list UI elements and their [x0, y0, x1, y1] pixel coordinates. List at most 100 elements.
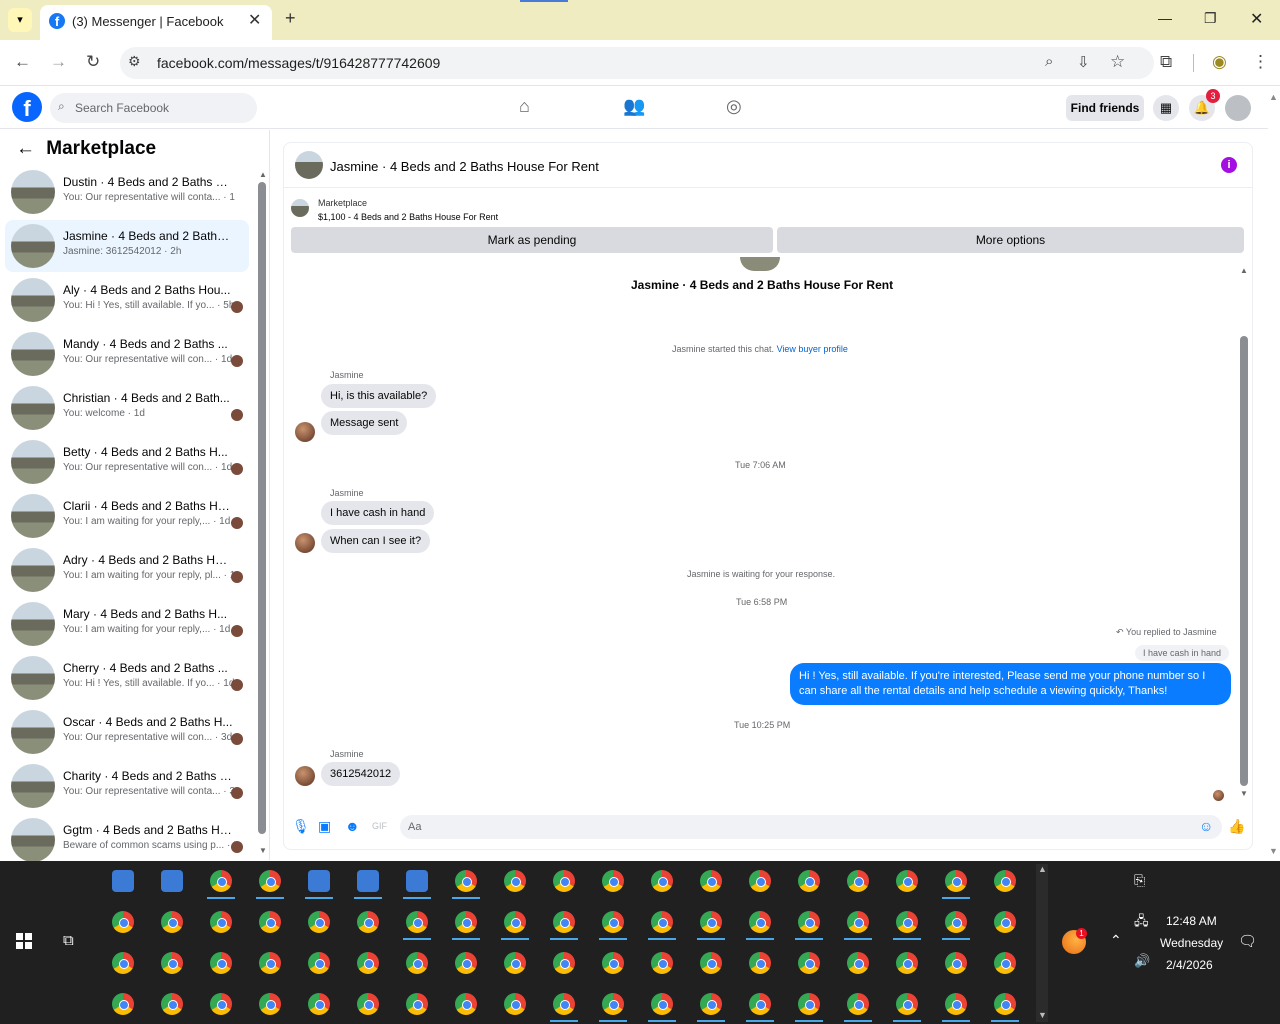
- chrome-profile-icon[interactable]: [896, 870, 918, 892]
- chrome-profile-icon[interactable]: [259, 911, 281, 933]
- info-icon[interactable]: i: [1221, 157, 1237, 173]
- sender-avatar[interactable]: [295, 533, 315, 553]
- conversation-item[interactable]: Dustin · 4 Beds and 2 Baths Ho... You: Ou…: [5, 166, 249, 218]
- chrome-profile-icon[interactable]: [602, 993, 624, 1015]
- chrome-profile-icon[interactable]: [945, 952, 967, 974]
- taskbar-scroll-down-icon[interactable]: ▼: [1038, 1010, 1047, 1020]
- chrome-profile-icon[interactable]: [945, 911, 967, 933]
- chrome-profile-icon[interactable]: [455, 993, 477, 1015]
- outgoing-message-bubble[interactable]: Hi ! Yes, still available. If you're int…: [790, 663, 1231, 705]
- conversation-item[interactable]: Ggtm · 4 Beds and 2 Baths Hou... Beware o…: [5, 814, 249, 866]
- conversation-item[interactable]: Charity · 4 Beds and 2 Baths Ho... You: O…: [5, 760, 249, 812]
- new-tab-icon[interactable]: +: [285, 8, 296, 29]
- emoji-icon[interactable]: ☺: [1199, 818, 1213, 834]
- chrome-profile-icon[interactable]: [308, 911, 330, 933]
- more-options-button[interactable]: More options: [777, 227, 1244, 253]
- chrome-profile-icon[interactable]: [308, 993, 330, 1015]
- chrome-profile-icon[interactable]: [210, 952, 232, 974]
- menu-grid-icon[interactable]: ▦: [1153, 95, 1179, 121]
- chrome-profile-icon[interactable]: [945, 870, 967, 892]
- taskbar-scroll-up-icon[interactable]: ▲: [1038, 864, 1047, 874]
- chrome-profile-icon[interactable]: [357, 952, 379, 974]
- chrome-profile-icon[interactable]: [651, 952, 673, 974]
- chrome-profile-icon[interactable]: [553, 993, 575, 1015]
- chat-listing-thumbnail[interactable]: [295, 151, 323, 179]
- sidebar-scroll-up-icon[interactable]: ▲: [259, 170, 267, 179]
- chrome-profile-icon[interactable]: [161, 952, 183, 974]
- back-icon[interactable]: ←: [14, 52, 31, 72]
- conversation-item[interactable]: Adry · 4 Beds and 2 Baths Hous... You: I …: [5, 544, 249, 596]
- chrome-profile-icon[interactable]: [504, 952, 526, 974]
- chrome-profile-icon[interactable]: [798, 870, 820, 892]
- chrome-profile-icon[interactable]: [210, 870, 232, 892]
- chrome-profile-icon[interactable]: [994, 993, 1016, 1015]
- browser-tab[interactable]: f (3) Messenger | Facebook ✕: [40, 5, 272, 40]
- clock-date[interactable]: 2/4/2026: [1166, 958, 1213, 972]
- chrome-profile-icon[interactable]: [112, 952, 134, 974]
- chrome-profile-icon[interactable]: [749, 993, 771, 1015]
- chrome-profile-icon[interactable]: [112, 993, 134, 1015]
- find-friends-button[interactable]: Find friends: [1066, 95, 1144, 121]
- message-bubble[interactable]: When can I see it?: [321, 529, 431, 553]
- message-bubble[interactable]: 3612542012: [321, 762, 401, 786]
- sender-avatar[interactable]: [295, 766, 315, 786]
- windows-start-icon[interactable]: [16, 933, 32, 949]
- tab-search-chevron-icon[interactable]: ▾: [8, 8, 32, 32]
- clock-time[interactable]: 12:48 AM: [1166, 914, 1217, 928]
- quoted-message[interactable]: I have cash in hand: [1135, 645, 1230, 661]
- chrome-profile-icon[interactable]: [406, 911, 428, 933]
- chrome-profile-icon[interactable]: [406, 952, 428, 974]
- bookmark-star-icon[interactable]: ☆: [1110, 52, 1125, 72]
- chat-scroll-up-icon[interactable]: ▲: [1240, 266, 1248, 275]
- conversation-item[interactable]: Cherry · 4 Beds and 2 Baths ... You: Hi !…: [5, 652, 249, 704]
- conversation-item[interactable]: Oscar · 4 Beds and 2 Baths H... You: Our …: [5, 706, 249, 758]
- chrome-profile-icon[interactable]: [602, 911, 624, 933]
- zoom-icon[interactable]: ⌕: [1045, 53, 1053, 70]
- chrome-profile-icon[interactable]: [210, 993, 232, 1015]
- page-scroll-down-icon[interactable]: ▼: [1269, 846, 1278, 856]
- chrome-profile-icon[interactable]: [700, 993, 722, 1015]
- notification-center-icon[interactable]: 🗨: [1238, 932, 1257, 950]
- chat-title[interactable]: Jasmine · 4 Beds and 2 Baths House For R…: [330, 159, 599, 174]
- forward-icon[interactable]: →: [50, 52, 67, 72]
- taskbar-app-icon[interactable]: [357, 870, 379, 892]
- taskbar-app-icon[interactable]: [161, 870, 183, 892]
- chrome-profile-icon[interactable]: [994, 870, 1016, 892]
- chrome-profile-icon[interactable]: [749, 911, 771, 933]
- conversation-item[interactable]: Christian · 4 Beds and 2 Bath... You: wel…: [5, 382, 249, 434]
- tab-close-icon[interactable]: ✕: [248, 10, 261, 30]
- chrome-profile-icon[interactable]: [945, 993, 967, 1015]
- chrome-profile-icon[interactable]: [896, 993, 918, 1015]
- back-arrow-icon[interactable]: ←: [16, 138, 35, 159]
- account-avatar[interactable]: [1225, 95, 1251, 121]
- chrome-profile-icon[interactable]: [455, 911, 477, 933]
- chrome-menu-icon[interactable]: ⋮: [1252, 52, 1269, 72]
- chrome-profile-icon[interactable]: [602, 952, 624, 974]
- sidebar-scrollbar[interactable]: [258, 182, 266, 834]
- mark-as-pending-button[interactable]: Mark as pending: [291, 227, 773, 253]
- taskbar-scrollbar[interactable]: [1036, 864, 1048, 1022]
- chrome-profile-icon[interactable]: [210, 911, 232, 933]
- chrome-profile-icon[interactable]: [553, 870, 575, 892]
- sidebar-scroll-down-icon[interactable]: ▼: [259, 846, 267, 855]
- chrome-profile-icon[interactable]: [161, 911, 183, 933]
- chrome-profile-icon[interactable]: [504, 870, 526, 892]
- chrome-profile-icon[interactable]: [357, 911, 379, 933]
- restore-icon[interactable]: ❐: [1204, 10, 1217, 27]
- conversation-item[interactable]: Jasmine · 4 Beds and 2 Baths H... Jasmine…: [5, 220, 249, 272]
- chrome-profile-icon[interactable]: [896, 911, 918, 933]
- chrome-profile-icon[interactable]: [651, 870, 673, 892]
- chrome-profile-icon[interactable]: [798, 911, 820, 933]
- chrome-profile-icon[interactable]: [847, 993, 869, 1015]
- site-info-icon[interactable]: ⚙: [128, 53, 141, 70]
- microphone-icon[interactable]: 🎙: [292, 818, 310, 835]
- message-bubble[interactable]: Hi, is this available?: [321, 384, 437, 408]
- facebook-logo-icon[interactable]: f: [12, 92, 42, 122]
- chrome-profile-icon[interactable]: [504, 993, 526, 1015]
- conversation-item[interactable]: Aly · 4 Beds and 2 Baths Hou... You: Hi !…: [5, 274, 249, 326]
- message-bubble[interactable]: Message sent: [321, 411, 408, 435]
- network-icon[interactable]: 🖧: [1134, 912, 1149, 934]
- taskbar-app-icon[interactable]: [112, 870, 134, 892]
- chat-scroll-down-icon[interactable]: ▼: [1240, 789, 1248, 798]
- chrome-profile-icon[interactable]: [700, 911, 722, 933]
